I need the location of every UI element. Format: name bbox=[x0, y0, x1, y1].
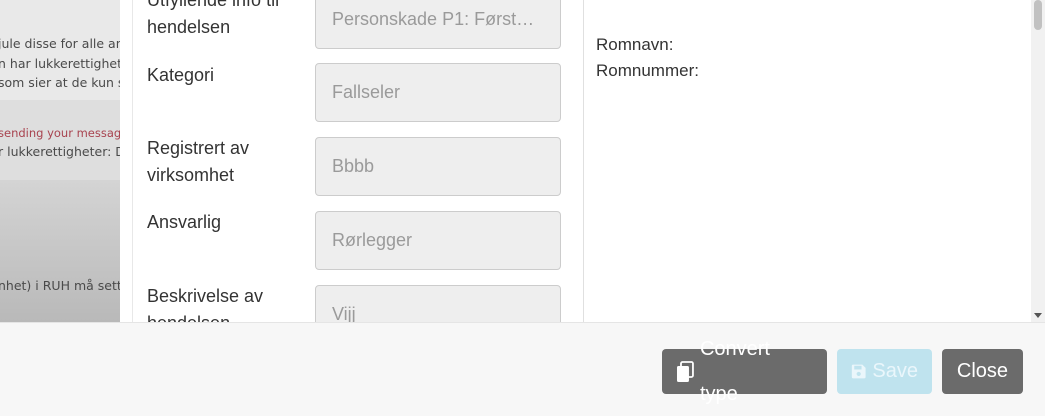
room-info-panel: Romnavn: Romnummer: bbox=[595, 0, 1015, 322]
modal-body: Utfyllende info til hendelsen Personskad… bbox=[120, 0, 1045, 322]
kategori-input[interactable]: Fallseler bbox=[315, 63, 561, 122]
field-label-registrert-av: Registrert av virksomhet bbox=[147, 138, 250, 185]
beskrivelse-input[interactable]: Vijj bbox=[315, 285, 561, 322]
field-label-beskrivelse: Beskrivelse av hendelsen bbox=[147, 286, 264, 322]
close-label: Close bbox=[956, 360, 1009, 382]
photo-text-line: sending your message. I bbox=[0, 126, 120, 140]
background-photo: jule disse for alle and n har lukkeretti… bbox=[0, 0, 120, 322]
convert-type-label: Convert type bbox=[699, 337, 770, 405]
save-button[interactable]: Save bbox=[837, 349, 932, 394]
close-button[interactable]: Close bbox=[942, 349, 1023, 394]
copy-icon bbox=[676, 360, 694, 382]
photo-text-line: n har lukkerettighete bbox=[0, 56, 120, 71]
room-name-label: Romnavn: bbox=[596, 35, 674, 54]
vertical-scrollbar[interactable] bbox=[1031, 0, 1045, 322]
photo-text-line: r lukkerettigheter: Di bbox=[0, 144, 120, 159]
save-label: Save bbox=[872, 360, 918, 382]
ansvarlig-input[interactable]: Rørlegger bbox=[315, 211, 561, 270]
scroll-down-arrow-icon[interactable] bbox=[1034, 313, 1042, 318]
field-label-kategori: Kategori bbox=[147, 65, 215, 85]
room-number-label: Romnummer: bbox=[596, 61, 699, 80]
modal-footer: Convert type Save Close bbox=[0, 322, 1045, 416]
photo-text-line: jule disse for alle and bbox=[0, 36, 120, 51]
event-form: Utfyllende info til hendelsen Personskad… bbox=[132, 0, 584, 322]
field-label-ansvarlig: Ansvarlig bbox=[147, 212, 222, 232]
photo-text-line: som sier at de kun sk bbox=[0, 75, 120, 90]
floppy-disk-icon bbox=[851, 364, 866, 379]
convert-type-button[interactable]: Convert type bbox=[662, 338, 827, 405]
registrert-av-input[interactable]: Bbbb bbox=[315, 137, 561, 196]
photo-text-line: nhet) i RUH må settes bbox=[0, 278, 120, 293]
field-label-utfyllende-info: Utfyllende info til hendelsen bbox=[147, 0, 280, 37]
utfyllende-info-input[interactable]: Personskade P1: Førstehj... bbox=[315, 0, 561, 49]
photo-band bbox=[0, 180, 120, 322]
photo-band bbox=[0, 100, 120, 180]
scrollbar-thumb[interactable] bbox=[1034, 0, 1042, 30]
